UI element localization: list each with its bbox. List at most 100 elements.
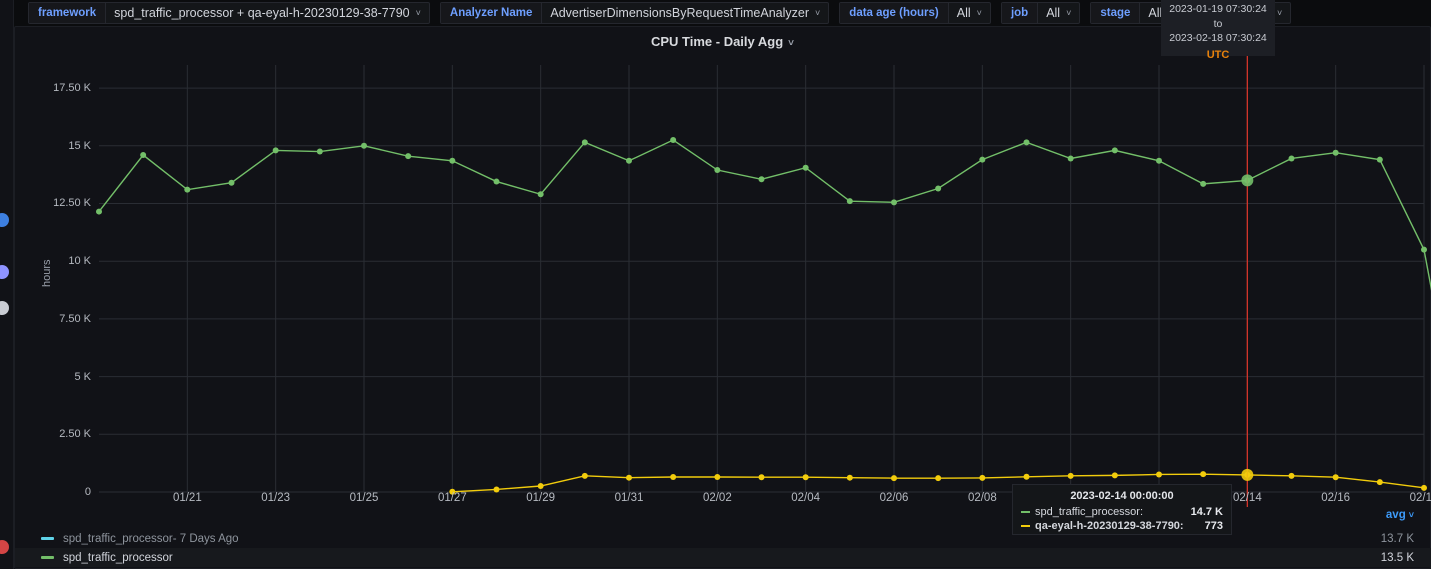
x-axis-tick-label: 02/14 <box>1232 492 1262 504</box>
x-axis-tick-label: 02/08 <box>967 492 997 504</box>
series-point[interactable] <box>1156 471 1162 478</box>
legend-series-value: 13.7 K <box>1380 532 1414 545</box>
series-point[interactable] <box>802 474 809 481</box>
series-point[interactable] <box>758 474 765 481</box>
chevron-down-icon: ˅ <box>1277 8 1283 18</box>
chart-canvas[interactable] <box>15 55 1431 507</box>
series-point[interactable] <box>935 185 942 192</box>
plot-area[interactable]: hours 0 2.50 K5 K 7.50 K 10 K 12.50 K 15 K 17.… <box>15 55 1431 507</box>
series-point[interactable] <box>316 148 323 155</box>
time-range-separator: to <box>1213 17 1223 30</box>
series-point[interactable] <box>846 474 853 481</box>
series-point[interactable] <box>581 139 588 146</box>
series-point[interactable] <box>1332 474 1339 481</box>
series-point[interactable] <box>758 176 765 183</box>
time-range-timezone: UTC <box>1206 48 1230 61</box>
series-point[interactable] <box>979 474 986 481</box>
series-point[interactable] <box>1288 472 1295 479</box>
series-point[interactable] <box>537 191 544 198</box>
series-point[interactable] <box>802 164 809 171</box>
series-point[interactable] <box>1332 149 1339 156</box>
dashboard-root: framework spd_traffic_processor + qa-eyal… <box>0 0 1431 569</box>
variable-value[interactable]: All ˅ <box>949 3 990 23</box>
series-point[interactable] <box>1023 473 1030 480</box>
series-point[interactable] <box>714 473 721 480</box>
series-point[interactable] <box>537 482 544 489</box>
variable-value-text: All <box>956 6 971 20</box>
series-point[interactable] <box>1067 155 1074 162</box>
series-color-swatch[interactable] <box>41 556 54 559</box>
time-range-tooltip: 2023-01-19 07:30:24 to 2023-02-18 07:30:… <box>1161 0 1275 61</box>
x-axis-tick-label: 01/27 <box>437 492 467 504</box>
series-point[interactable] <box>228 179 235 186</box>
series-point[interactable] <box>96 208 102 215</box>
x-axis-tick-label: 01/29 <box>526 492 556 504</box>
variable-pill-framework[interactable]: framework spd_traffic_processor + qa-eyal… <box>28 2 430 24</box>
legend-series-value: 13.5 K <box>1380 551 1414 564</box>
chevron-down-icon[interactable]: ˅ <box>788 38 794 49</box>
variable-pill-analyzer-name[interactable]: Analyzer Name AdvertiserDimensionsByReque… <box>439 2 830 24</box>
rail-icon-3[interactable] <box>0 540 9 554</box>
series-color-swatch[interactable] <box>41 537 54 540</box>
series-point[interactable] <box>1111 147 1118 154</box>
variable-pill-job[interactable]: job All ˅ <box>1000 2 1081 24</box>
highlighted-point[interactable] <box>1241 174 1254 187</box>
variable-label: data age (hours) <box>840 3 949 23</box>
series-point[interactable] <box>1421 246 1427 253</box>
variable-pill-data-age-hours-[interactable]: data age (hours) All ˅ <box>839 2 991 24</box>
series-point[interactable] <box>1067 472 1074 479</box>
series-point[interactable] <box>891 199 897 206</box>
series-point[interactable] <box>626 157 632 164</box>
series-point[interactable] <box>581 472 588 479</box>
series-point[interactable] <box>405 153 412 160</box>
series-point[interactable] <box>184 186 191 193</box>
variable-value-text: AdvertiserDimensionsByRequestTimeAnalyze… <box>550 6 810 20</box>
series-point[interactable] <box>714 167 721 174</box>
series-point[interactable] <box>670 473 677 480</box>
series-point[interactable] <box>1376 479 1383 486</box>
chevron-down-icon: ˅ <box>815 8 821 18</box>
series-point[interactable] <box>979 156 986 163</box>
series-point[interactable] <box>1200 471 1207 478</box>
series-point[interactable] <box>846 198 853 205</box>
rail-icon-0[interactable] <box>0 213 9 227</box>
chart-panel: CPU Time - Daily Agg ˅ hours 0 2.50 K5 K 7.… <box>14 26 1431 569</box>
tooltip-timestamp: 2023-02-14 00:00:00 <box>1070 490 1174 502</box>
series-point[interactable] <box>361 142 367 149</box>
variable-value[interactable]: All ˅ <box>1038 3 1079 23</box>
x-axis-tick-label: 02/04 <box>791 492 821 504</box>
highlighted-point[interactable] <box>1241 468 1254 481</box>
series-point[interactable] <box>1421 484 1427 491</box>
x-axis-tick-label: 02/02 <box>702 492 732 504</box>
rail-icon-1[interactable] <box>0 265 9 279</box>
series-point[interactable] <box>1156 157 1162 164</box>
variable-value[interactable]: AdvertiserDimensionsByRequestTimeAnalyze… <box>542 3 828 23</box>
legend-series-name: spd_traffic_processor <box>63 551 173 564</box>
chevron-down-icon: ˅ <box>415 8 421 18</box>
series-point[interactable] <box>1376 156 1383 163</box>
time-range-to: 2023-02-18 07:30:24 <box>1169 32 1267 44</box>
legend-row[interactable]: spd_traffic_processor 13.5 K <box>15 548 1431 567</box>
series-point[interactable] <box>626 474 632 481</box>
series-point[interactable] <box>1111 472 1118 479</box>
x-axis-tick-label: 02/16 <box>1321 492 1351 504</box>
series-point[interactable] <box>140 152 147 159</box>
legend-stat-label: avg <box>1385 509 1406 521</box>
x-axis-tick-label: 01/21 <box>172 492 202 504</box>
series-point[interactable] <box>1200 180 1207 187</box>
series-line <box>98 139 1431 291</box>
tooltip-series-name: qa-eyal-h-20230129-38-7790: <box>1035 520 1184 532</box>
series-point[interactable] <box>1023 139 1030 146</box>
series-point[interactable] <box>449 157 456 164</box>
series-point[interactable] <box>670 137 677 144</box>
rail-icon-2[interactable] <box>0 301 9 315</box>
variable-value[interactable]: spd_traffic_processor + qa-eyal-h-202301… <box>106 3 429 23</box>
series-point[interactable] <box>272 147 279 154</box>
series-point[interactable] <box>891 475 897 482</box>
series-point[interactable] <box>1288 155 1295 162</box>
chevron-down-icon: ˅ <box>1408 510 1414 520</box>
legend-stat-header[interactable]: avg ˅ <box>1386 509 1414 521</box>
panel-title-text: CPU Time - Daily Agg <box>650 34 784 49</box>
series-point[interactable] <box>935 475 942 482</box>
series-point[interactable] <box>493 178 500 185</box>
